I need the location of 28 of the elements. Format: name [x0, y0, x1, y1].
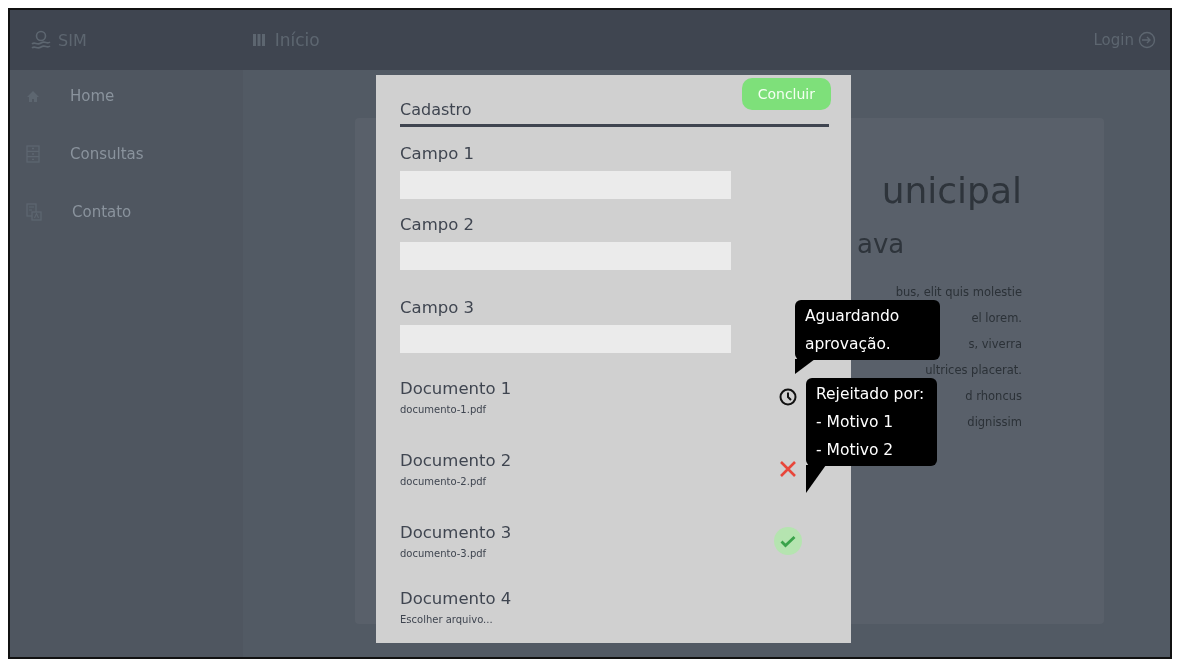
grid-icon	[252, 34, 265, 46]
sidebar-item[interactable]: Consultas	[10, 140, 243, 168]
tooltip: Aguardando aprovação.	[795, 300, 940, 360]
input-field[interactable]	[400, 242, 731, 270]
logo-icon	[30, 29, 52, 51]
sidebar-item[interactable]: Contato	[10, 198, 243, 226]
document-name: Documento 1	[400, 379, 513, 398]
sidebar-item[interactable]: Home	[10, 82, 243, 110]
field-label: Campo 2	[400, 215, 476, 234]
file-name: documento-3.pdf	[400, 548, 488, 559]
file-name: documento-2.pdf	[400, 476, 488, 487]
tooltip: Rejeitado por: - Motivo 1 - Motivo 2	[806, 378, 937, 466]
document-name: Documento 4	[400, 589, 513, 608]
conclude-button[interactable]: Concluir	[741, 78, 831, 110]
document-name: Documento 2	[400, 451, 513, 470]
field-label: Campo 1	[400, 144, 476, 163]
login-icon	[1138, 31, 1156, 49]
file-picker-link[interactable]: Escolher arquivo...	[400, 614, 773, 625]
tooltip-tail	[806, 465, 826, 493]
check-icon	[773, 526, 803, 556]
tooltip-tail	[795, 359, 815, 374]
document-name: Documento 3	[400, 523, 513, 542]
file-name: documento-1.pdf	[400, 404, 488, 415]
input-field[interactable]	[400, 171, 731, 199]
modal-title: Cadastro	[400, 100, 472, 119]
cross-icon	[779, 460, 797, 478]
input-field[interactable]	[400, 325, 731, 353]
clock-icon	[779, 388, 797, 406]
